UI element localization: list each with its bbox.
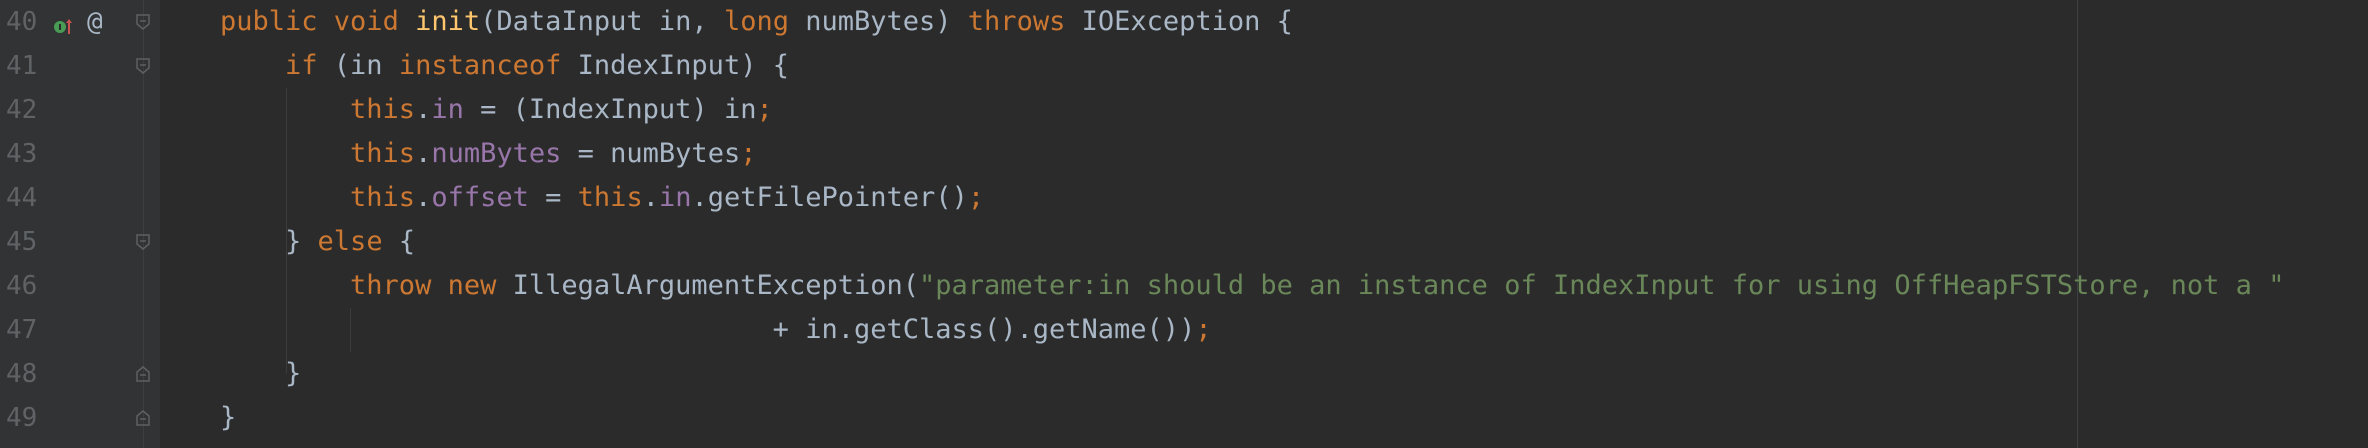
- code-token: void: [333, 6, 416, 37]
- fold-end-icon[interactable]: [135, 410, 151, 426]
- fold-start-icon[interactable]: [135, 58, 151, 74]
- code-token: numBytes: [431, 138, 562, 169]
- code-token: init: [415, 6, 481, 37]
- line-number: 40: [6, 7, 38, 37]
- code-line[interactable]: 43 this.numBytes = numBytes;: [0, 132, 2368, 176]
- code-token: public: [220, 6, 334, 37]
- code-token: throws: [967, 6, 1082, 37]
- code-token: ;: [967, 182, 985, 213]
- code-text[interactable]: this.offset = this.in.getFilePointer();: [220, 176, 984, 220]
- code-token: this: [577, 182, 643, 213]
- code-token: in: [658, 182, 692, 213]
- code-token: IllegalArgumentException(: [512, 270, 919, 301]
- code-line[interactable]: 45 } else {: [0, 220, 2368, 264]
- code-editor[interactable]: @ 40 public void init(DataInput in, long …: [0, 0, 2368, 448]
- code-token: "parameter:in should be an instance of I…: [919, 270, 2285, 301]
- code-token: }: [220, 358, 302, 389]
- line-number: 45: [6, 227, 38, 257]
- code-token: = (IndexInput) in: [463, 94, 757, 125]
- line-number: 43: [6, 139, 38, 169]
- code-text[interactable]: if (in instanceof IndexInput) {: [220, 44, 789, 88]
- fold-start-icon[interactable]: [135, 234, 151, 250]
- code-token: = numBytes: [561, 138, 741, 169]
- code-token: ;: [1195, 314, 1212, 345]
- code-token: this: [220, 182, 416, 213]
- code-line[interactable]: 40 public void init(DataInput in, long nu…: [0, 0, 2368, 44]
- code-text[interactable]: + in.getClass().getName());: [220, 308, 1212, 352]
- code-token: .: [642, 182, 659, 213]
- code-line[interactable]: 42 this.in = (IndexInput) in;: [0, 88, 2368, 132]
- code-line[interactable]: 48 }: [0, 352, 2368, 396]
- code-text[interactable]: this.in = (IndexInput) in;: [220, 88, 773, 132]
- code-line[interactable]: 46 throw new IllegalArgumentException("p…: [0, 264, 2368, 308]
- code-line[interactable]: 47 + in.getClass().getName());: [0, 308, 2368, 352]
- code-token: in: [431, 94, 464, 125]
- code-token: }: [220, 402, 237, 433]
- line-number: 42: [6, 95, 38, 125]
- code-token: }: [220, 226, 318, 257]
- line-number: 47: [6, 315, 38, 345]
- code-token: if: [220, 50, 334, 81]
- code-text[interactable]: } else {: [220, 220, 415, 264]
- line-number: 48: [6, 359, 38, 389]
- line-number: 49: [6, 403, 38, 433]
- code-token: + in.getClass().getName()): [220, 314, 1196, 345]
- line-number: 46: [6, 271, 38, 301]
- code-token: throw: [220, 270, 448, 301]
- code-token: numBytes): [805, 6, 968, 37]
- code-token: new: [447, 270, 513, 301]
- code-text[interactable]: public void init(DataInput in, long numB…: [220, 0, 1293, 44]
- code-token: ;: [756, 94, 773, 125]
- code-token: long: [723, 6, 806, 37]
- code-text[interactable]: this.numBytes = numBytes;: [220, 132, 756, 176]
- code-text[interactable]: }: [220, 396, 236, 440]
- code-token: else: [317, 226, 399, 257]
- code-token: .: [415, 94, 432, 125]
- code-token: IndexInput) {: [577, 50, 789, 81]
- code-line[interactable]: 44 this.offset = this.in.getFilePointer(…: [0, 176, 2368, 220]
- code-token: (DataInput in,: [480, 6, 724, 37]
- code-line[interactable]: 41 if (in instanceof IndexInput) {: [0, 44, 2368, 88]
- code-token: offset: [431, 182, 529, 213]
- code-text[interactable]: }: [220, 352, 301, 396]
- code-token: this: [220, 94, 416, 125]
- line-number: 44: [6, 183, 38, 213]
- code-token: this: [220, 138, 416, 169]
- code-token: .getFilePointer(): [691, 182, 968, 213]
- code-token: =: [528, 182, 578, 213]
- fold-end-icon[interactable]: [135, 366, 151, 382]
- code-line[interactable]: 49}: [0, 396, 2368, 440]
- code-token: .: [415, 138, 432, 169]
- code-text[interactable]: throw new IllegalArgumentException("para…: [220, 264, 2284, 308]
- code-token: instanceof: [398, 50, 578, 81]
- code-token: {: [398, 226, 416, 257]
- code-token: IOException {: [1081, 6, 1293, 37]
- code-token: (in: [333, 50, 399, 81]
- line-number: 41: [6, 51, 38, 81]
- code-token: .: [415, 182, 432, 213]
- code-token: ;: [740, 138, 757, 169]
- fold-start-icon[interactable]: [135, 14, 151, 30]
